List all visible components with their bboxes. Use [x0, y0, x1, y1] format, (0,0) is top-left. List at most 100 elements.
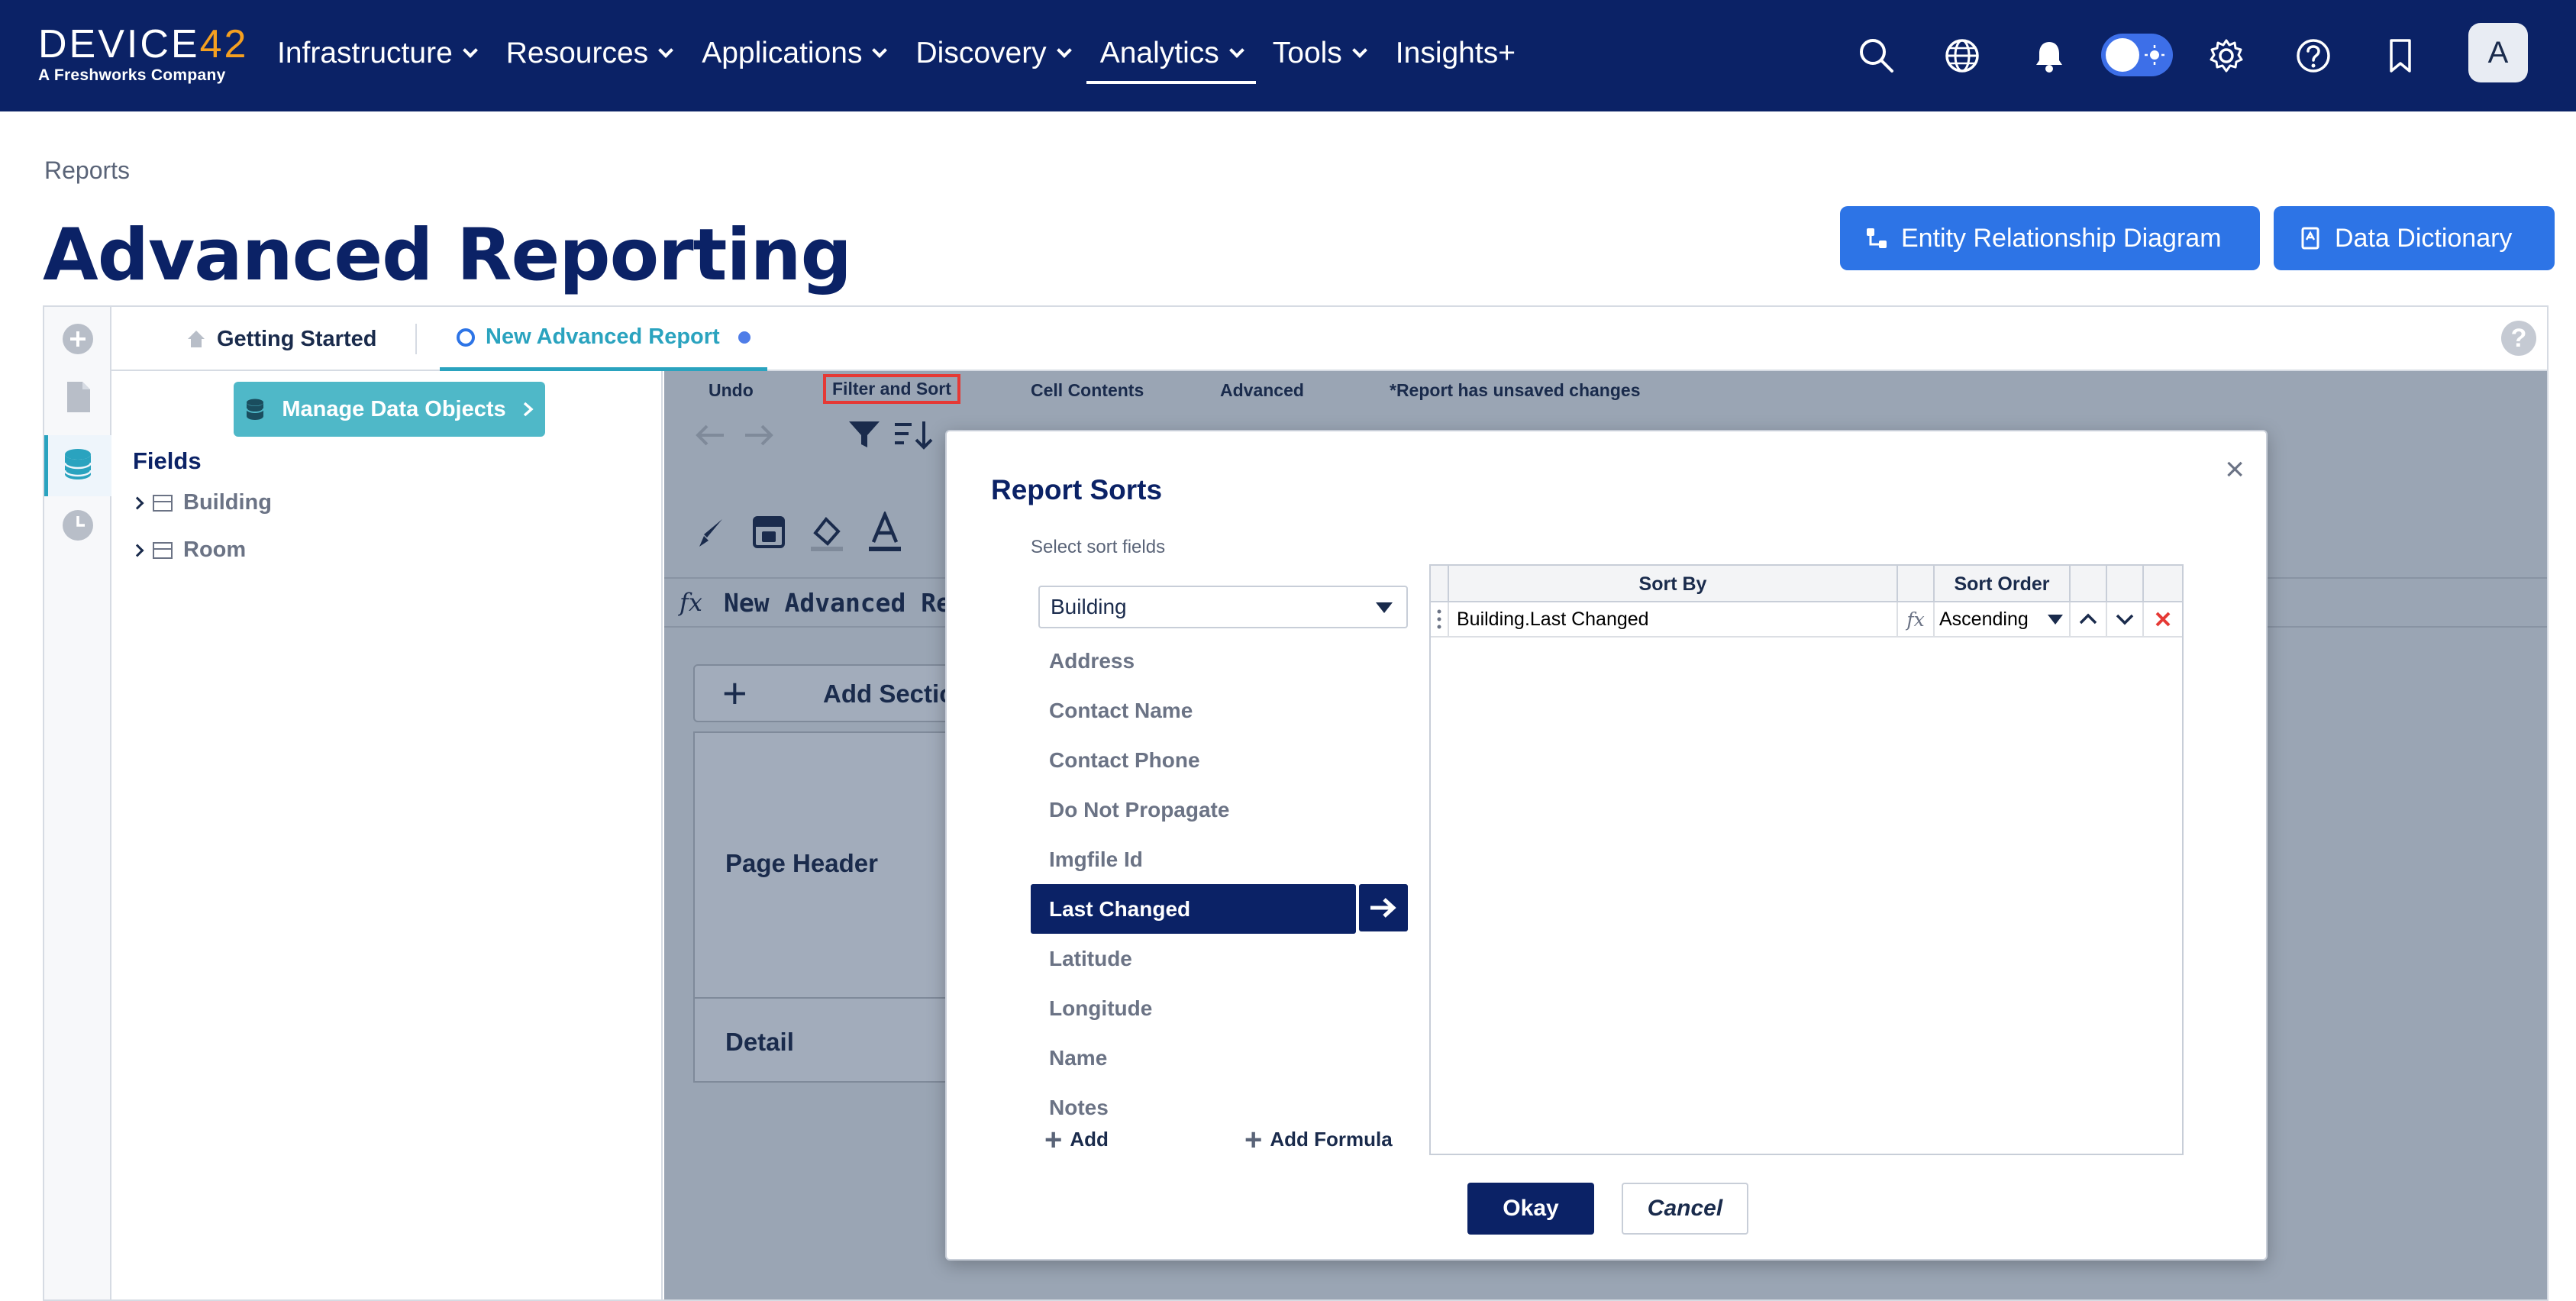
plus-icon: +: [1244, 1122, 1263, 1157]
field-option[interactable]: Imgfile Id: [1031, 835, 1408, 884]
chevron-down-icon: [1351, 43, 1367, 58]
tab-getting-started-label: Getting Started: [217, 326, 377, 351]
chevron-down-icon: [658, 43, 674, 58]
field-option[interactable]: Address: [1031, 636, 1408, 686]
tab-new-report-label: New Advanced Report: [486, 324, 720, 349]
sort-row: Building.Last Changed fx Ascending: [1431, 602, 2182, 638]
add-sort-arrow-button[interactable]: [1359, 884, 1408, 931]
history-clock-icon[interactable]: [61, 508, 95, 542]
okay-button[interactable]: Okay: [1467, 1183, 1594, 1235]
field-option[interactable]: Latitude: [1031, 934, 1408, 983]
sun-icon: [2145, 45, 2164, 65]
tree-item-building[interactable]: Building: [131, 490, 272, 515]
top-navigation-bar: DEVICE42 A Freshworks Company Infrastruc…: [0, 0, 2576, 111]
dialog-subtitle: Select sort fields: [1031, 537, 1166, 557]
expand-chevron-icon[interactable]: [131, 496, 144, 509]
fx-icon[interactable]: fx: [1898, 602, 1935, 636]
device42-logo[interactable]: DEVICE42 A Freshworks Company: [38, 23, 248, 86]
chevron-down-icon: [1056, 43, 1072, 58]
detail-section[interactable]: Detail: [725, 1028, 794, 1057]
entity-relationship-diagram-button[interactable]: Entity Relationship Diagram: [1840, 206, 2260, 270]
tab-getting-started[interactable]: Getting Started: [186, 307, 376, 371]
document-icon[interactable]: [61, 380, 95, 414]
undo-icon[interactable]: [693, 421, 728, 449]
help-icon[interactable]: [2292, 34, 2335, 77]
gear-icon[interactable]: [2205, 34, 2248, 77]
tab-new-advanced-report[interactable]: New Advanced Report: [440, 307, 767, 371]
chevron-down-icon: [462, 43, 478, 58]
brush-icon[interactable]: [696, 516, 727, 550]
field-option[interactable]: Contact Phone: [1031, 735, 1408, 785]
breadcrumb[interactable]: Reports: [44, 157, 130, 185]
erd-button-label: Entity Relationship Diagram: [1901, 223, 2222, 253]
close-icon[interactable]: ×: [2225, 453, 2245, 486]
report-status-ring-icon: [457, 328, 475, 347]
move-up-icon[interactable]: [2071, 602, 2107, 636]
fields-panel: Manage Data Objects Fields Building Room: [111, 371, 663, 1299]
nav-insights[interactable]: Insights+: [1382, 27, 1529, 79]
column-header-up: [2071, 566, 2107, 602]
fill-color-icon[interactable]: [808, 513, 846, 553]
sort-icon[interactable]: [893, 420, 936, 450]
sort-order-value: Ascending: [1939, 608, 2029, 630]
plus-icon: +: [1044, 1122, 1063, 1157]
nav-applications[interactable]: Applications: [688, 27, 899, 79]
bell-icon[interactable]: [2028, 34, 2071, 77]
sort-order-select[interactable]: Ascending: [1935, 602, 2071, 636]
tree-item-label: Building: [183, 490, 272, 515]
tab-separator: [415, 324, 417, 354]
unsaved-dot-indicator: [738, 331, 751, 344]
chevron-down-icon: [872, 43, 888, 58]
search-icon[interactable]: [1855, 34, 1898, 77]
help-circle-icon[interactable]: ?: [2501, 321, 2536, 356]
field-option[interactable]: Do Not Propagate: [1031, 785, 1408, 835]
data-dictionary-button[interactable]: Data Dictionary: [2274, 206, 2555, 270]
field-option[interactable]: Name: [1031, 1033, 1408, 1083]
sort-field-list: Address Contact Name Contact Phone Do No…: [1031, 636, 1408, 1132]
font-color-icon[interactable]: [866, 512, 904, 553]
drag-handle-icon[interactable]: [1431, 602, 1449, 636]
column-header-sort-by: Sort By: [1449, 566, 1898, 602]
cancel-button[interactable]: Cancel: [1622, 1183, 1748, 1235]
entity-select-value: Building: [1051, 595, 1127, 618]
manage-data-objects-label: Manage Data Objects: [282, 396, 506, 421]
page-header-section[interactable]: Page Header: [725, 849, 878, 878]
logo-wordmark: DEVICE42: [38, 22, 249, 66]
delete-icon[interactable]: [2144, 602, 2182, 636]
arrow-right-icon: [1370, 898, 1396, 918]
sort-by-cell[interactable]: Building.Last Changed: [1449, 602, 1898, 636]
unsaved-changes-notice: *Report has unsaved changes: [1390, 380, 1641, 400]
dropdown-caret-icon: [2048, 614, 2063, 625]
filter-icon[interactable]: [847, 420, 881, 450]
add-field-link[interactable]: + Add: [1044, 1122, 1109, 1157]
tree-item-label: Room: [183, 538, 247, 562]
manage-data-objects-button[interactable]: Manage Data Objects: [234, 382, 545, 437]
nav-analytics[interactable]: Analytics: [1086, 27, 1256, 84]
globe-icon[interactable]: [1941, 34, 1984, 77]
add-section-label: Add Sectio: [823, 680, 955, 708]
redo-icon[interactable]: [741, 421, 776, 449]
background-fill-icon[interactable]: [751, 515, 786, 550]
move-down-icon[interactable]: [2107, 602, 2144, 636]
add-circle-icon[interactable]: [61, 322, 95, 356]
field-option[interactable]: Notes: [1031, 1083, 1408, 1132]
bookmark-icon[interactable]: [2379, 34, 2422, 77]
nav-resources[interactable]: Resources: [492, 27, 685, 79]
nav-tools[interactable]: Tools: [1259, 27, 1379, 79]
sort-grid: Sort By Sort Order Building.Last Changed…: [1429, 564, 2184, 1155]
nav-discovery[interactable]: Discovery: [902, 27, 1083, 79]
add-formula-link[interactable]: + Add Formula: [1244, 1122, 1393, 1157]
add-label: Add: [1070, 1128, 1109, 1151]
toolbar-group-filter-sort[interactable]: Filter and Sort: [823, 374, 960, 404]
user-avatar[interactable]: A: [2468, 23, 2528, 82]
toolbar-group-cell-contents: Cell Contents: [1031, 380, 1144, 400]
tree-item-room[interactable]: Room: [131, 538, 247, 563]
entity-select[interactable]: Building: [1038, 586, 1408, 628]
database-icon[interactable]: [61, 447, 95, 481]
expand-chevron-icon[interactable]: [131, 544, 144, 557]
field-option-selected[interactable]: Last Changed: [1031, 884, 1356, 934]
field-option[interactable]: Contact Name: [1031, 686, 1408, 735]
nav-infrastructure[interactable]: Infrastructure: [263, 27, 489, 79]
theme-toggle[interactable]: [2101, 34, 2173, 76]
field-option[interactable]: Longitude: [1031, 983, 1408, 1033]
